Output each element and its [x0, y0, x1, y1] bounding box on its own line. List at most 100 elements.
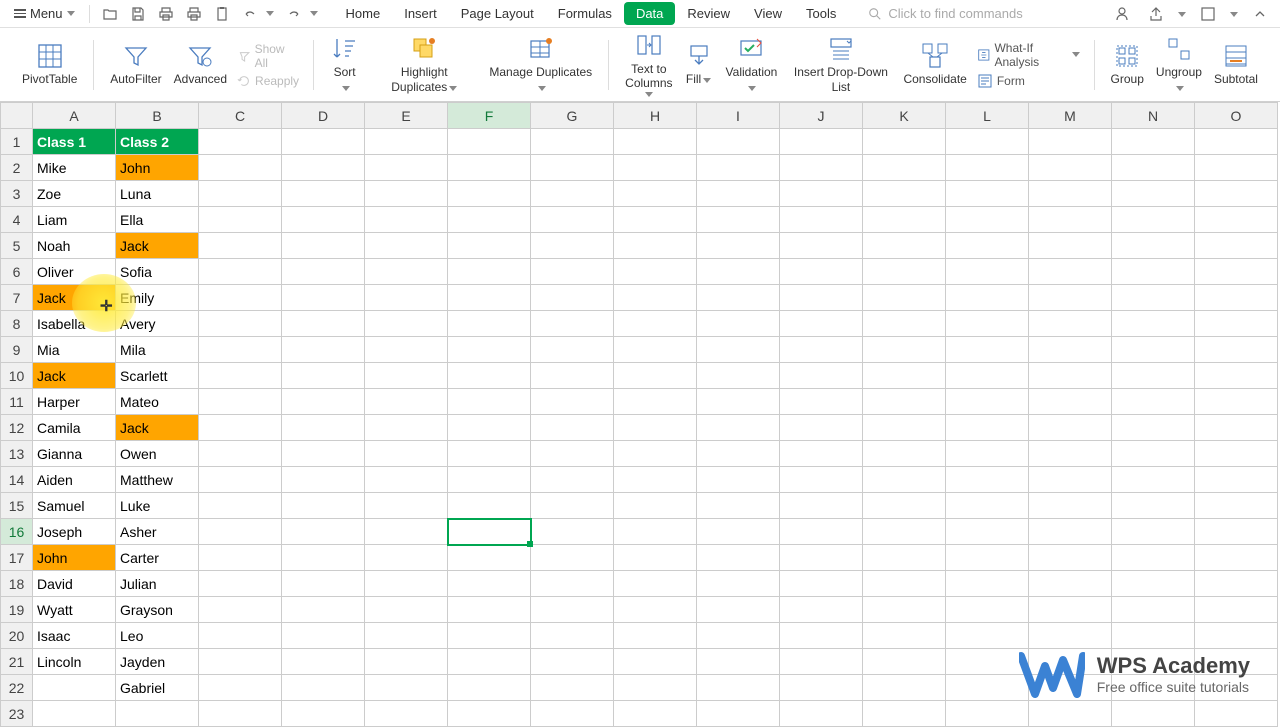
column-header-L[interactable]: L	[946, 103, 1029, 129]
row-header-13[interactable]: 13	[1, 441, 33, 467]
cell-O11[interactable]	[1195, 389, 1278, 415]
cell-C1[interactable]	[199, 129, 282, 155]
cell-H17[interactable]	[614, 545, 697, 571]
cell-L17[interactable]	[946, 545, 1029, 571]
cell-K13[interactable]	[863, 441, 946, 467]
cell-N9[interactable]	[1112, 337, 1195, 363]
row-header-20[interactable]: 20	[1, 623, 33, 649]
cell-J6[interactable]	[780, 259, 863, 285]
cell-K4[interactable]	[863, 207, 946, 233]
cell-B14[interactable]: Matthew	[116, 467, 199, 493]
collapse-ribbon-icon[interactable]	[1252, 6, 1268, 22]
cell-I17[interactable]	[697, 545, 780, 571]
cell-I6[interactable]	[697, 259, 780, 285]
cell-G9[interactable]	[531, 337, 614, 363]
cell-N4[interactable]	[1112, 207, 1195, 233]
cell-O15[interactable]	[1195, 493, 1278, 519]
menu-button[interactable]: Menu	[8, 4, 81, 23]
cell-G10[interactable]	[531, 363, 614, 389]
cell-L5[interactable]	[946, 233, 1029, 259]
cell-N13[interactable]	[1112, 441, 1195, 467]
cell-E3[interactable]	[365, 181, 448, 207]
cell-C19[interactable]	[199, 597, 282, 623]
cell-N2[interactable]	[1112, 155, 1195, 181]
cell-J12[interactable]	[780, 415, 863, 441]
column-header-M[interactable]: M	[1029, 103, 1112, 129]
cell-G12[interactable]	[531, 415, 614, 441]
cell-C16[interactable]	[199, 519, 282, 545]
cell-D15[interactable]	[282, 493, 365, 519]
print-preview-icon[interactable]	[158, 6, 174, 22]
cell-B22[interactable]: Gabriel	[116, 675, 199, 701]
cell-H11[interactable]	[614, 389, 697, 415]
cell-K15[interactable]	[863, 493, 946, 519]
cell-N7[interactable]	[1112, 285, 1195, 311]
share-icon[interactable]	[1148, 6, 1164, 22]
pivottable-button[interactable]: PivotTable	[16, 40, 83, 88]
cell-F18[interactable]	[448, 571, 531, 597]
cell-H21[interactable]	[614, 649, 697, 675]
cell-N1[interactable]	[1112, 129, 1195, 155]
share-dropdown-icon[interactable]	[1178, 12, 1186, 17]
cell-E11[interactable]	[365, 389, 448, 415]
cell-C5[interactable]	[199, 233, 282, 259]
row-header-5[interactable]: 5	[1, 233, 33, 259]
cell-D23[interactable]	[282, 701, 365, 727]
cell-I5[interactable]	[697, 233, 780, 259]
cell-J8[interactable]	[780, 311, 863, 337]
cell-E22[interactable]	[365, 675, 448, 701]
cell-A17[interactable]: John	[33, 545, 116, 571]
cell-M5[interactable]	[1029, 233, 1112, 259]
row-header-7[interactable]: 7	[1, 285, 33, 311]
cell-J22[interactable]	[780, 675, 863, 701]
cell-I23[interactable]	[697, 701, 780, 727]
cell-E1[interactable]	[365, 129, 448, 155]
cell-M8[interactable]	[1029, 311, 1112, 337]
cell-F9[interactable]	[448, 337, 531, 363]
cell-I8[interactable]	[697, 311, 780, 337]
cell-J1[interactable]	[780, 129, 863, 155]
cell-D7[interactable]	[282, 285, 365, 311]
open-icon[interactable]	[102, 6, 118, 22]
cell-H14[interactable]	[614, 467, 697, 493]
cell-K17[interactable]	[863, 545, 946, 571]
cell-M10[interactable]	[1029, 363, 1112, 389]
cell-A2[interactable]: Mike	[33, 155, 116, 181]
cell-C12[interactable]	[199, 415, 282, 441]
cell-I20[interactable]	[697, 623, 780, 649]
cell-O10[interactable]	[1195, 363, 1278, 389]
show-all-button[interactable]: Show All	[237, 42, 299, 70]
cell-A8[interactable]: Isabella	[33, 311, 116, 337]
cell-A1[interactable]: Class 1	[33, 129, 116, 155]
cell-O19[interactable]	[1195, 597, 1278, 623]
cell-K9[interactable]	[863, 337, 946, 363]
cell-N23[interactable]	[1112, 701, 1195, 727]
cell-K23[interactable]	[863, 701, 946, 727]
cell-L1[interactable]	[946, 129, 1029, 155]
cell-E13[interactable]	[365, 441, 448, 467]
cell-F4[interactable]	[448, 207, 531, 233]
cell-C15[interactable]	[199, 493, 282, 519]
cell-D16[interactable]	[282, 519, 365, 545]
cell-B12[interactable]: Jack	[116, 415, 199, 441]
cell-C23[interactable]	[199, 701, 282, 727]
cell-G16[interactable]	[531, 519, 614, 545]
undo-icon[interactable]	[242, 6, 258, 22]
cell-F6[interactable]	[448, 259, 531, 285]
cell-O8[interactable]	[1195, 311, 1278, 337]
row-header-9[interactable]: 9	[1, 337, 33, 363]
row-header-17[interactable]: 17	[1, 545, 33, 571]
cell-H3[interactable]	[614, 181, 697, 207]
cell-O6[interactable]	[1195, 259, 1278, 285]
cell-G8[interactable]	[531, 311, 614, 337]
cell-I21[interactable]	[697, 649, 780, 675]
cell-I14[interactable]	[697, 467, 780, 493]
cell-B4[interactable]: Ella	[116, 207, 199, 233]
cell-H22[interactable]	[614, 675, 697, 701]
cell-F14[interactable]	[448, 467, 531, 493]
cell-N5[interactable]	[1112, 233, 1195, 259]
row-header-12[interactable]: 12	[1, 415, 33, 441]
cell-A20[interactable]: Isaac	[33, 623, 116, 649]
cell-L16[interactable]	[946, 519, 1029, 545]
cell-F20[interactable]	[448, 623, 531, 649]
